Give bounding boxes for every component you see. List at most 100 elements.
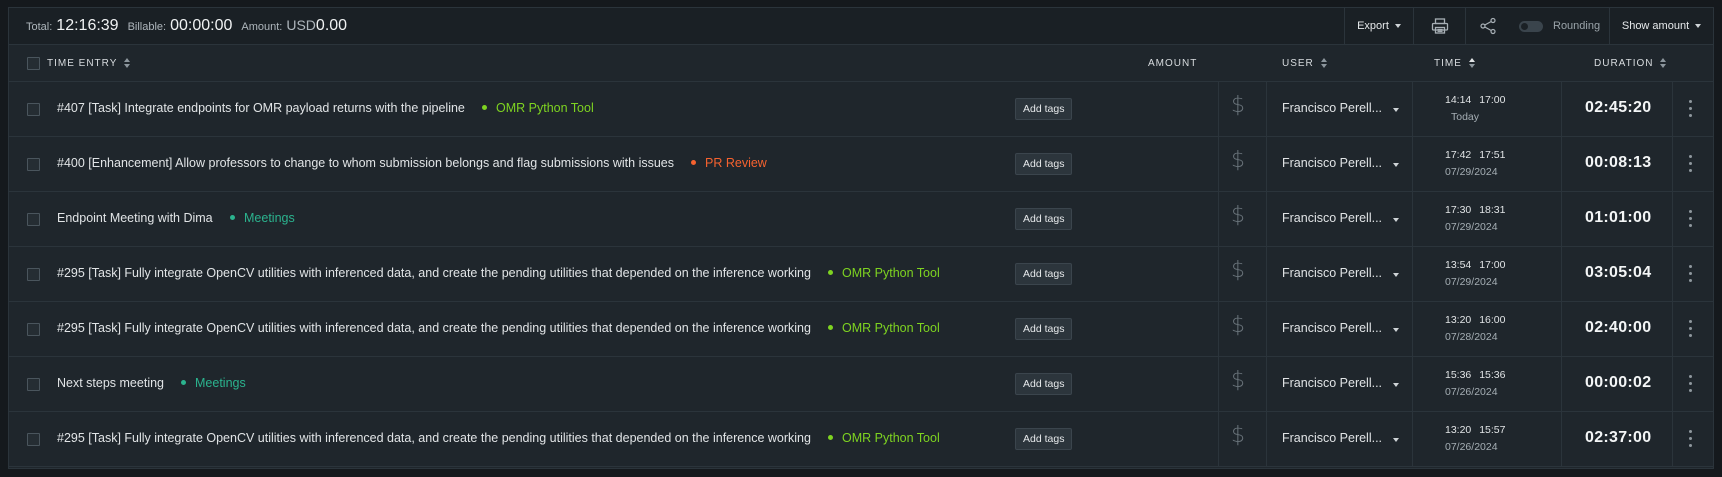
more-options-icon[interactable] [1689,430,1693,451]
time-range[interactable]: 13:20 16:00 [1445,314,1505,326]
project-label[interactable]: OMR Python Tool [482,101,594,115]
table-row: #407 [Task] Integrate endpoints for OMR … [9,82,1713,137]
dollar-icon[interactable]: $ [1231,258,1245,283]
divider [1218,192,1219,247]
show-amount-dropdown[interactable]: Show amount [1609,8,1713,44]
entry-description[interactable]: #407 [Task] Integrate endpoints for OMR … [57,101,465,115]
more-options-icon[interactable] [1689,265,1693,286]
time-range[interactable]: 14:14 17:00 [1445,94,1505,106]
export-dropdown[interactable]: Export [1344,8,1413,44]
more-options-icon[interactable] [1689,375,1693,396]
entry-duration[interactable]: 00:00:02 [1585,374,1651,392]
user-name[interactable]: Francisco Perell... [1282,156,1382,170]
time-range[interactable]: 13:20 15:57 [1445,424,1505,436]
user-name[interactable]: Francisco Perell... [1282,376,1382,390]
dollar-icon[interactable]: $ [1231,313,1245,338]
time-range[interactable]: 17:42 17:51 [1445,149,1505,161]
chevron-down-icon[interactable] [1393,328,1399,332]
share-button[interactable] [1465,8,1509,44]
entry-date[interactable]: 07/26/2024 [1445,386,1498,398]
entry-description[interactable]: #295 [Task] Fully integrate OpenCV utili… [57,321,811,335]
add-tags-button[interactable]: Add tags [1015,98,1073,120]
project-label[interactable]: OMR Python Tool [828,431,940,445]
project-label[interactable]: Meetings [230,211,295,225]
dollar-icon[interactable]: $ [1231,368,1245,393]
more-options-icon[interactable] [1689,320,1693,341]
add-tags-button[interactable]: Add tags [1015,318,1073,340]
entry-date[interactable]: 07/26/2024 [1445,441,1498,453]
project-name: Meetings [244,211,295,225]
add-tags-button[interactable]: Add tags [1015,428,1073,450]
add-tags-button[interactable]: Add tags [1015,263,1073,285]
entry-duration[interactable]: 01:01:00 [1585,209,1651,227]
entry-description[interactable]: #295 [Task] Fully integrate OpenCV utili… [57,266,811,280]
entry-duration[interactable]: 02:45:20 [1585,99,1651,117]
entry-date[interactable]: 07/29/2024 [1445,276,1498,288]
dollar-icon[interactable]: $ [1231,148,1245,173]
entry-description[interactable]: Next steps meeting [57,376,164,390]
entry-duration[interactable]: 00:08:13 [1585,154,1651,172]
chevron-down-icon[interactable] [1393,383,1399,387]
user-name[interactable]: Francisco Perell... [1282,211,1382,225]
add-tags-button[interactable]: Add tags [1015,373,1073,395]
row-checkbox[interactable] [27,213,40,226]
total-value: 12:16:39 [56,17,119,34]
chevron-down-icon[interactable] [1393,108,1399,112]
entry-description[interactable]: #400 [Enhancement] Allow professors to c… [57,156,674,170]
entry-date[interactable]: Today [1445,111,1485,123]
chevron-down-icon[interactable] [1393,273,1399,277]
project-dot [230,215,235,221]
toggle-switch[interactable] [1519,20,1543,32]
row-checkbox[interactable] [27,323,40,336]
rounding-toggle[interactable]: Rounding [1509,8,1609,44]
totals: Total: 12:16:39 Billable: 00:00:00 Amoun… [9,17,1344,35]
row-checkbox[interactable] [27,158,40,171]
more-options-icon[interactable] [1689,210,1693,231]
add-tags-button[interactable]: Add tags [1015,153,1073,175]
chevron-down-icon[interactable] [1393,438,1399,442]
column-user[interactable]: USER [1282,58,1327,69]
time-range[interactable]: 17:30 18:31 [1445,204,1505,216]
row-checkbox[interactable] [27,378,40,391]
entry-description[interactable]: #295 [Task] Fully integrate OpenCV utili… [57,431,811,445]
user-name[interactable]: Francisco Perell... [1282,101,1382,115]
print-button[interactable] [1413,8,1465,44]
entry-description[interactable]: Endpoint Meeting with Dima [57,211,213,225]
project-label[interactable]: OMR Python Tool [828,321,940,335]
column-time[interactable]: TIME [1434,58,1475,69]
chevron-down-icon[interactable] [1393,218,1399,222]
row-checkbox[interactable] [27,268,40,281]
time-range[interactable]: 15:36 15:36 [1445,369,1505,381]
project-dot [828,435,833,441]
dollar-icon[interactable]: $ [1231,93,1245,118]
more-options-icon[interactable] [1689,155,1693,176]
row-checkbox[interactable] [27,103,40,116]
column-time-entry[interactable]: TIME ENTRY [47,58,131,69]
project-label[interactable]: OMR Python Tool [828,266,940,280]
entry-date[interactable]: 07/28/2024 [1445,331,1498,343]
project-label[interactable]: Meetings [181,376,246,390]
time-range[interactable]: 13:54 17:00 [1445,259,1505,271]
table-row: #295 [Task] Fully integrate OpenCV utili… [9,412,1713,467]
entry-duration[interactable]: 03:05:04 [1585,264,1651,282]
divider [1412,412,1413,467]
row-checkbox[interactable] [27,433,40,446]
chevron-down-icon[interactable] [1393,163,1399,167]
select-all-checkbox[interactable] [27,57,40,70]
add-tags-button[interactable]: Add tags [1015,208,1073,230]
project-name: OMR Python Tool [842,266,940,280]
entry-date[interactable]: 07/29/2024 [1445,221,1498,233]
dollar-icon[interactable]: $ [1231,203,1245,228]
entry-duration[interactable]: 02:37:00 [1585,429,1651,447]
project-label[interactable]: PR Review [691,156,767,170]
user-name[interactable]: Francisco Perell... [1282,431,1382,445]
chevron-down-icon [1695,24,1702,28]
user-name[interactable]: Francisco Perell... [1282,266,1382,280]
user-name[interactable]: Francisco Perell... [1282,321,1382,335]
entry-duration[interactable]: 02:40:00 [1585,319,1651,337]
divider [1412,192,1413,247]
more-options-icon[interactable] [1689,100,1693,121]
column-duration[interactable]: DURATION [1594,58,1667,69]
dollar-icon[interactable]: $ [1231,423,1245,448]
entry-date[interactable]: 07/29/2024 [1445,166,1498,178]
